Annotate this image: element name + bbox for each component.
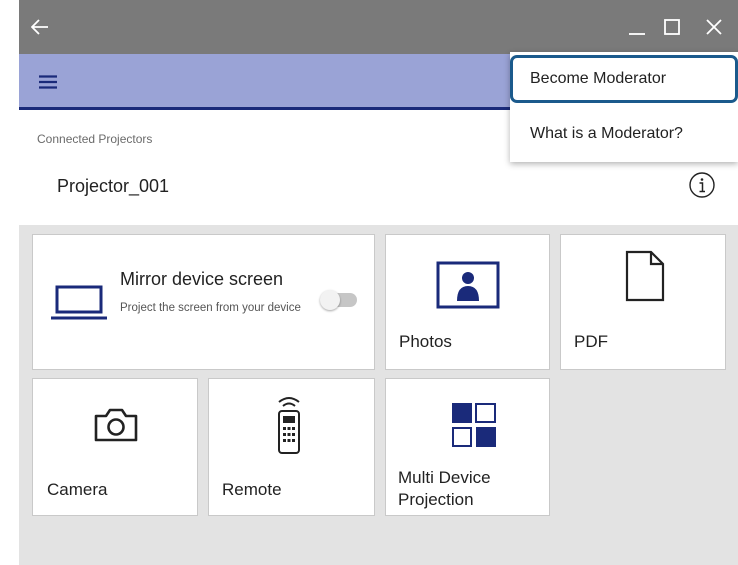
title-bar (19, 0, 738, 54)
hamburger-menu-icon[interactable] (33, 70, 63, 94)
remote-control-icon (272, 393, 306, 460)
pdf-label: PDF (574, 332, 608, 351)
multi-device-label: Multi Device Projection (398, 467, 491, 511)
photos-tile[interactable]: Photos (385, 234, 550, 370)
pdf-tile[interactable]: PDF (560, 234, 726, 370)
become-moderator-menu-item[interactable]: Become Moderator (510, 55, 738, 103)
photo-icon (436, 261, 500, 314)
mirror-toggle[interactable] (320, 290, 357, 310)
multi-device-label-line1: Multi Device (398, 468, 491, 487)
mirror-title: Mirror device screen (120, 269, 284, 289)
remote-tile[interactable]: Remote (208, 378, 375, 516)
remote-label: Remote (222, 480, 282, 499)
connected-projectors-label: Connected Projectors (37, 132, 153, 146)
multi-screen-icon (451, 402, 497, 453)
camera-icon (93, 407, 139, 448)
laptop-icon (50, 285, 108, 326)
projector-name: Projector_001 (57, 176, 170, 196)
multi-device-label-line2: Projection (398, 490, 474, 509)
info-icon[interactable] (687, 170, 717, 200)
mirror-device-screen-tile[interactable]: Mirror device screen Project the screen … (32, 234, 375, 370)
close-icon[interactable] (701, 14, 727, 40)
minimize-icon[interactable] (622, 12, 652, 42)
multi-device-projection-tile[interactable]: Multi Device Projection (385, 378, 550, 516)
back-arrow-icon[interactable] (25, 12, 55, 42)
maximize-icon[interactable] (657, 12, 687, 42)
what-is-moderator-menu-item[interactable]: What is a Moderator? (510, 110, 738, 158)
camera-tile[interactable]: Camera (32, 378, 198, 516)
document-icon (625, 250, 665, 307)
mirror-description: Project the screen from your device (120, 302, 301, 314)
overflow-menu: Become Moderator What is a Moderator? (510, 52, 738, 162)
photos-label: Photos (399, 332, 452, 351)
camera-label: Camera (47, 480, 108, 499)
